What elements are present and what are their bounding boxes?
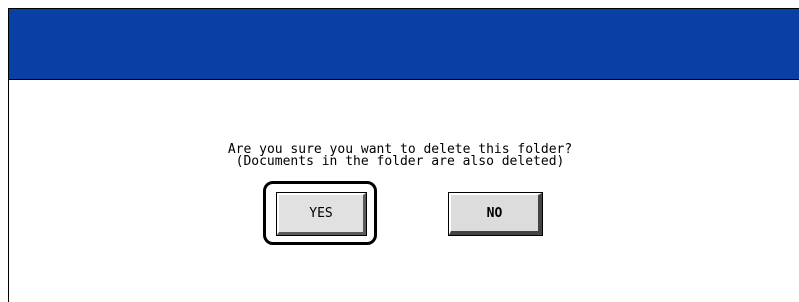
no-button-label: NO	[486, 205, 503, 221]
delete-folder-screen: Are you sure you want to delete this fol…	[0, 0, 799, 302]
header-bar	[9, 9, 799, 79]
confirmation-message: Are you sure you want to delete this fol…	[120, 143, 680, 169]
message-line-2: (Documents in the folder are also delete…	[235, 154, 565, 169]
header-divider	[9, 79, 799, 80]
no-button[interactable]: NO	[448, 192, 543, 236]
yes-button[interactable]: YES	[276, 192, 367, 236]
yes-button-label: YES	[309, 206, 333, 221]
